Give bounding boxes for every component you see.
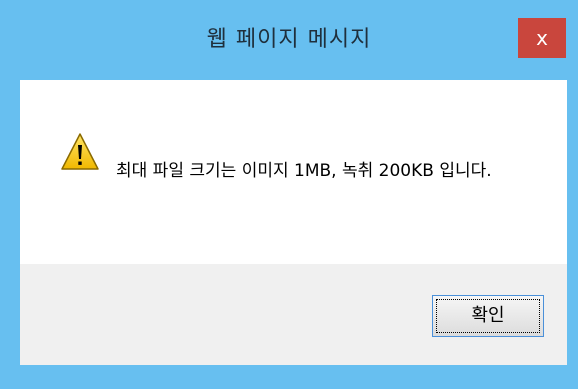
warning-icon xyxy=(61,133,99,170)
button-area: 확인 xyxy=(20,264,567,365)
close-button[interactable]: x xyxy=(518,18,566,58)
message-dialog: 웹 페이지 메시지 x 최대 파일 크기는 이미지 1MB, 녹취 200KB … xyxy=(0,0,578,389)
message-area: 최대 파일 크기는 이미지 1MB, 녹취 200KB 입니다. xyxy=(20,80,567,264)
ok-button-label: 확인 xyxy=(471,305,505,326)
title-bar[interactable]: 웹 페이지 메시지 x xyxy=(0,0,578,80)
dialog-title: 웹 페이지 메시지 xyxy=(206,27,372,52)
message-text: 최대 파일 크기는 이미지 1MB, 녹취 200KB 입니다. xyxy=(116,161,492,181)
close-icon: x xyxy=(536,26,548,50)
ok-button[interactable]: 확인 xyxy=(432,295,544,337)
